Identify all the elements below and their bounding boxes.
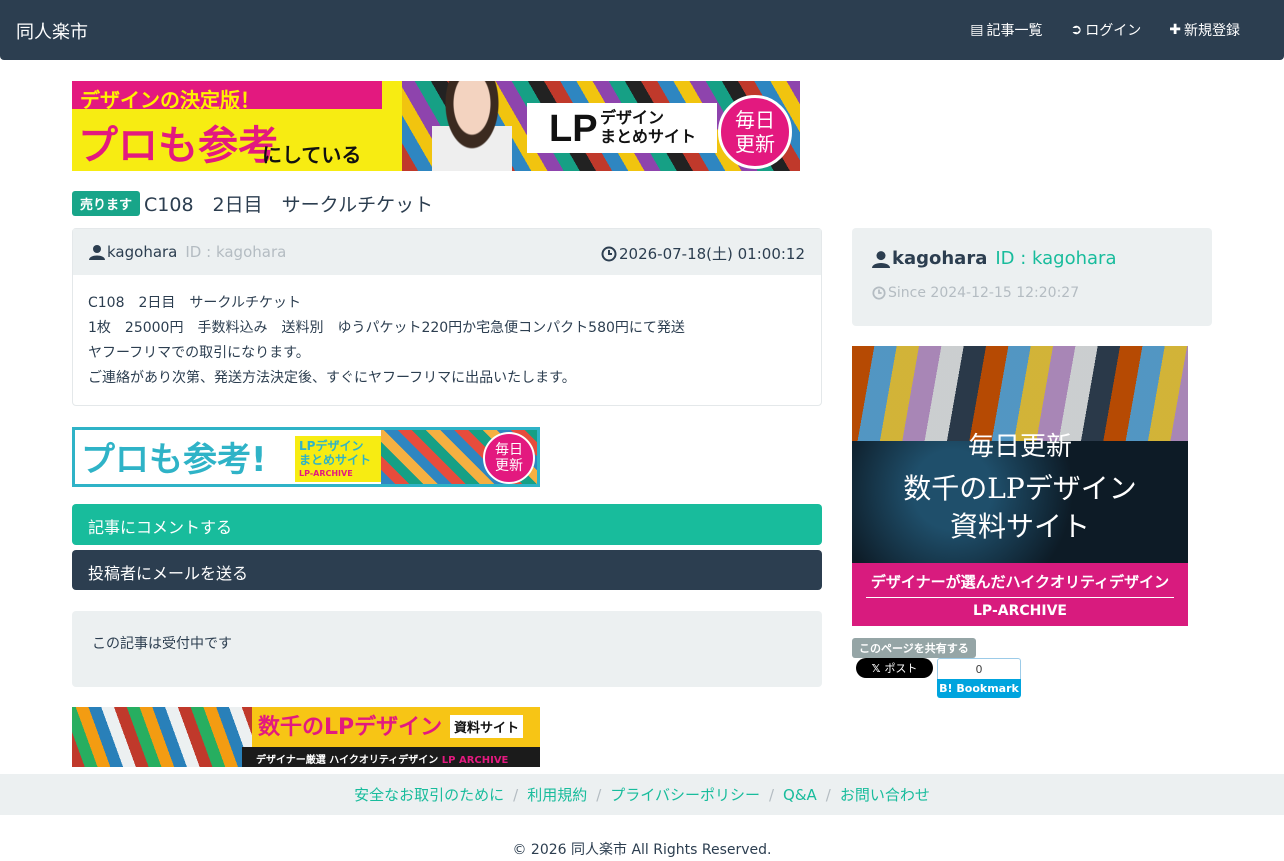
profile-card: kagohara ID : kagohara Since 2024-12-15 …: [852, 228, 1212, 326]
nav-login[interactable]: ➲ ログイン: [1071, 20, 1142, 40]
share-label: このページを共有する: [852, 638, 976, 658]
banner-top-sub: にしている: [262, 143, 362, 167]
mail-author-button[interactable]: 投稿者にメールを送る: [72, 550, 822, 590]
banner-side-logo: LP-ARCHIVE: [973, 603, 1067, 619]
post-body-line: C108 2日目 サークルチケット: [88, 295, 301, 311]
x-post-label: ポスト: [884, 662, 918, 675]
copyright: © 2026 同人楽市 All Rights Reserved.: [512, 842, 772, 858]
banner-top-daily-badge: 毎日 更新: [718, 95, 792, 169]
hatena-label: B! Bookmark: [937, 679, 1021, 698]
nav-login-label: ログイン: [1085, 23, 1142, 39]
banner-ad-side[interactable]: 毎日更新 数千のLPデザイン 資料サイト デザイナーが選んだハイクオリティデザイ…: [852, 346, 1188, 626]
comment-button[interactable]: 記事にコメントする: [72, 504, 822, 545]
post-body: C108 2日目 サークルチケット 1枚 25000円 手数料込み 送料別 ゆう…: [73, 275, 821, 407]
banner-side-main: 数千のLPデザイン 資料サイト: [852, 470, 1188, 546]
banner-top-main: プロも参考: [78, 122, 278, 169]
banner-mid-sub1: LPデザイン: [299, 439, 364, 453]
banner-side-main-1: 数千のLPデザイン: [903, 472, 1137, 505]
plus-icon: ✚: [1169, 22, 1181, 38]
post-datetime: 2026-07-18(土) 01:00:12: [618, 245, 805, 263]
status-text: この記事は受付中です: [92, 636, 232, 652]
hatena-count: 0: [937, 658, 1021, 679]
clock-icon: [601, 246, 617, 261]
user-icon: [89, 245, 105, 260]
banner-bottom-title: 数千のLPデザイン: [258, 715, 443, 740]
banner-bottom-collage: [72, 707, 252, 767]
post-header: kagohara ID : kagohara 2026-07-18(土) 01:…: [73, 229, 821, 275]
post-author-id: ID : kagohara: [185, 243, 287, 261]
banner-ad-middle[interactable]: プロも参考! LPデザイン まとめサイト LP-ARCHIVE 毎日 更新: [72, 427, 540, 487]
banner-mid-sub2: まとめサイト: [299, 453, 372, 467]
banner-bottom-logo: LP ARCHIVE: [441, 755, 509, 766]
banner-bottom-strip: デザイナー厳選 ハイクオリティデザイン LP ARCHIVE: [242, 747, 540, 767]
sell-badge: 売ります: [72, 191, 141, 216]
profile-username[interactable]: kagohara: [892, 248, 987, 269]
profile-name: kagohara ID : kagohara: [872, 248, 1116, 269]
banner-ad-bottom[interactable]: 数千のLPデザイン 資料サイト デザイナー厳選 ハイクオリティデザイン LP A…: [72, 707, 540, 767]
footer-links: 安全なお取引のために / 利用規約 / プライバシーポリシー / Q&A / お…: [0, 774, 1284, 815]
status-message: この記事は受付中です: [72, 611, 822, 687]
nav-register[interactable]: ✚ 新規登録: [1169, 20, 1240, 40]
post-title: C108 2日目 サークルチケット: [144, 194, 434, 216]
hatena-bookmark-button[interactable]: 0 B! Bookmark: [937, 658, 1021, 698]
site-brand[interactable]: 同人楽市: [16, 18, 88, 44]
sign-in-icon: ➲: [1070, 22, 1083, 38]
footer-link-terms[interactable]: 利用規約: [527, 784, 587, 805]
profile-user-id: ID : kagohara: [995, 248, 1117, 269]
list-icon: ▤: [970, 22, 984, 38]
post-body-line: ご連絡があり次第、発送方法決定後、すぐにヤフーフリマに出品いたします。: [88, 370, 576, 386]
footer-link-safety[interactable]: 安全なお取引のために: [354, 784, 504, 805]
banner-mid-box: LPデザイン まとめサイト LP-ARCHIVE: [295, 436, 381, 482]
profile-since-text: Since 2024-12-15 12:20:27: [888, 285, 1080, 301]
banner-top-headline: デザインの決定版！: [80, 88, 260, 112]
x-logo-icon: 𝕏: [871, 661, 881, 675]
banner-mid-headline: プロも参考!: [81, 440, 267, 480]
footer-link-privacy[interactable]: プライバシーポリシー: [610, 784, 760, 805]
post-body-line: 1枚 25000円 手数料込み 送料別 ゆうパケット220円か宅急便コンパクト5…: [88, 320, 685, 336]
post-card: kagohara ID : kagohara 2026-07-18(土) 01:…: [72, 228, 822, 406]
banner-bottom-tag: 資料サイト: [450, 715, 524, 738]
banner-mid-logo: LP-ARCHIVE: [299, 469, 353, 478]
nav-article-list-label: 記事一覧: [986, 23, 1043, 39]
banner-ad-top[interactable]: デザインの決定版！ プロも参考 にしている LP デザイン まとめサイト 毎日 …: [72, 81, 800, 171]
footer-link-qa[interactable]: Q&A: [783, 786, 817, 804]
footer-link-contact[interactable]: お問い合わせ: [840, 784, 930, 805]
banner-top-logo-sub: デザイン まとめサイト: [600, 108, 697, 146]
banner-side-main-2: 資料サイト: [949, 510, 1090, 543]
banner-mid-daily-badge: 毎日 更新: [483, 432, 535, 484]
post-date: 2026-07-18(土) 01:00:12: [601, 243, 805, 264]
banner-bottom-strip-text: デザイナー厳選 ハイクオリティデザイン: [256, 755, 439, 766]
nav-menu: ▤ 記事一覧 ➲ ログイン ✚ 新規登録: [970, 20, 1240, 40]
navbar: 同人楽市 ▤ 記事一覧 ➲ ログイン ✚ 新規登録: [0, 0, 1284, 60]
banner-side-daily: 毎日更新: [967, 432, 1072, 462]
banner-top-logo: LP: [549, 108, 598, 150]
nav-article-list[interactable]: ▤ 記事一覧: [970, 20, 1042, 40]
x-post-button[interactable]: 𝕏 ポスト: [856, 658, 933, 678]
clock-icon: [872, 286, 886, 300]
post-author: kagohara ID : kagohara: [89, 243, 286, 261]
nav-register-label: 新規登録: [1184, 23, 1240, 39]
profile-since: Since 2024-12-15 12:20:27: [872, 285, 1079, 301]
banner-top-model-image: [432, 81, 512, 171]
post-author-name[interactable]: kagohara: [107, 243, 177, 261]
user-icon: [872, 250, 890, 268]
post-title-row: 売ります C108 2日目 サークルチケット: [72, 190, 433, 217]
post-body-line: ヤフーフリマでの取引になります。: [88, 345, 310, 361]
banner-side-tagline: デザイナーが選んだハイクオリティデザイン: [870, 573, 1170, 591]
